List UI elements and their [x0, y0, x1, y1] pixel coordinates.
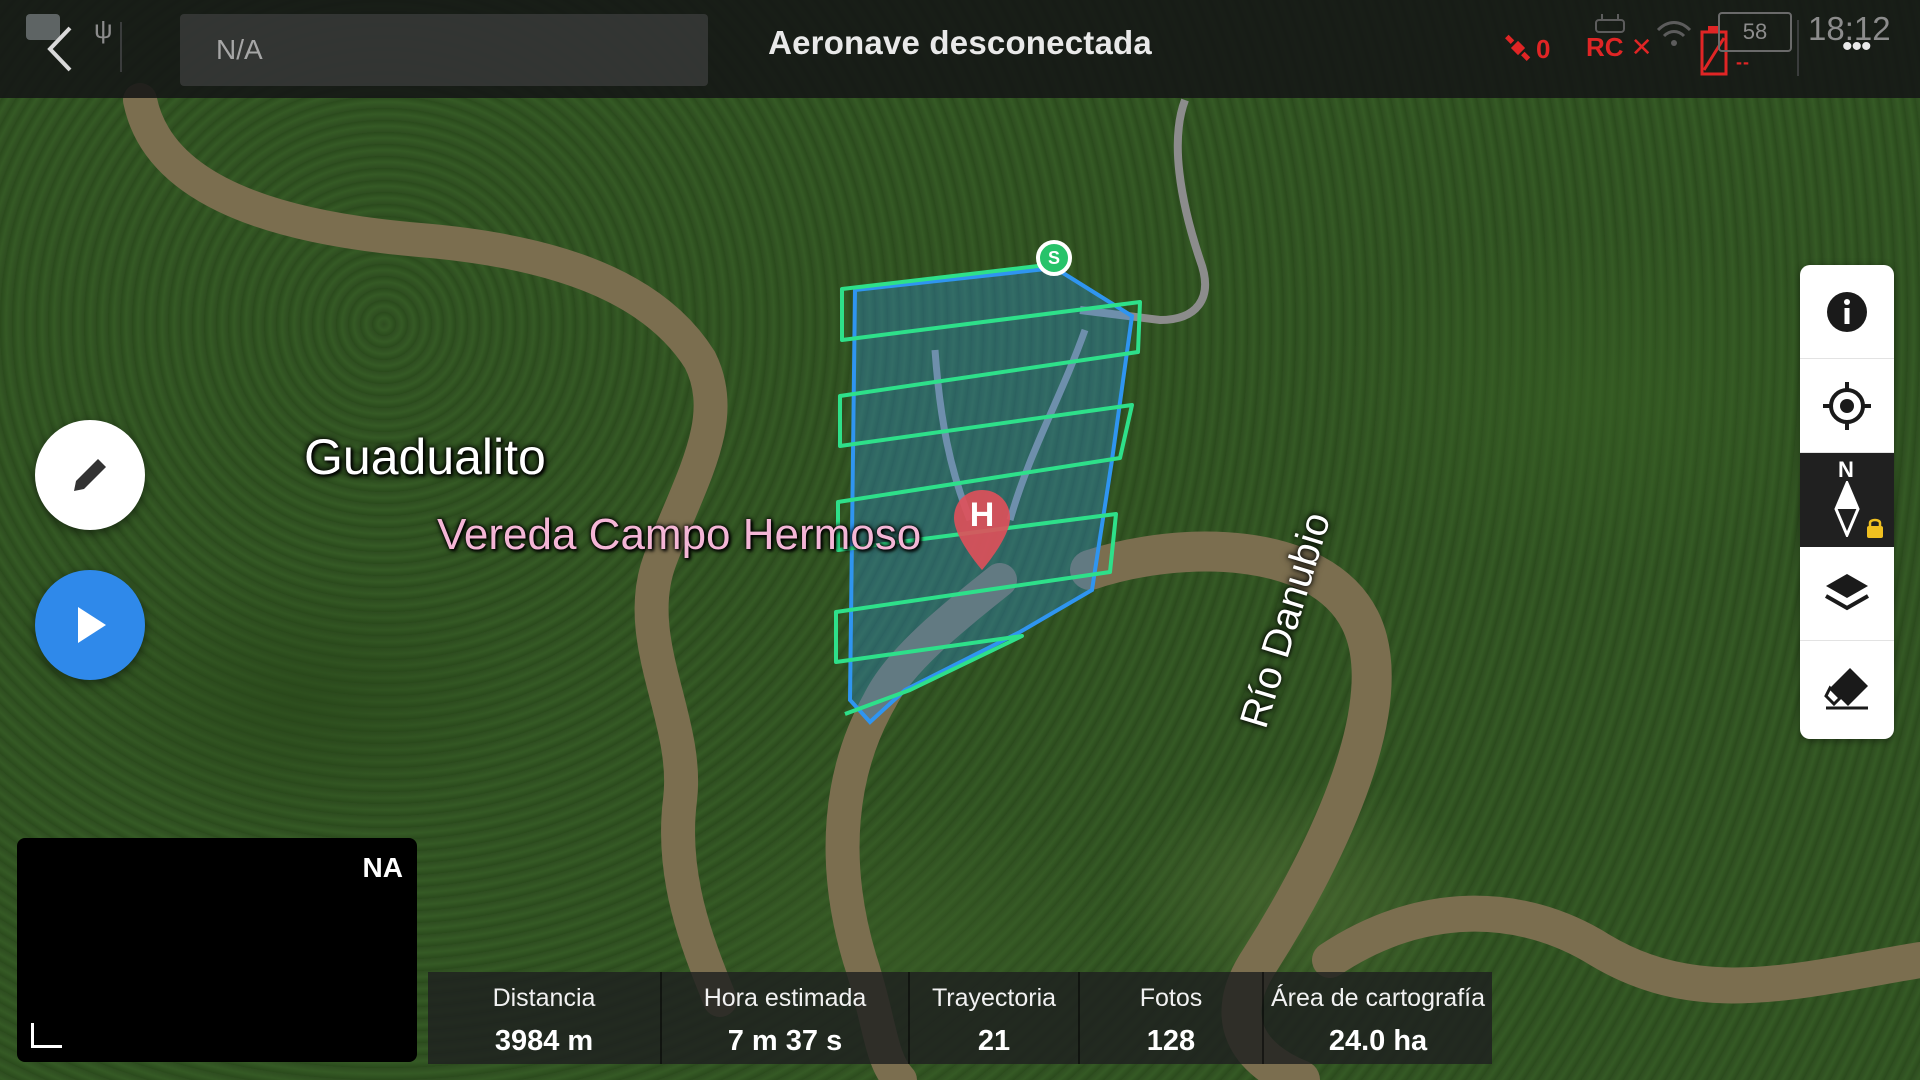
play-icon: [78, 607, 106, 643]
usb-icon: ψ: [94, 14, 113, 44]
back-arrow-icon[interactable]: [40, 22, 80, 76]
stat-value: 21: [977, 1025, 1011, 1057]
stat-label: Distancia: [492, 984, 596, 1012]
compass-lock-button[interactable]: N: [1800, 453, 1894, 547]
lock-icon: [1867, 518, 1883, 538]
camera-preview[interactable]: NA: [17, 838, 417, 1062]
town-label: Guadualito: [304, 429, 546, 485]
stat-value: 3984 m: [494, 1025, 594, 1057]
info-icon: [1827, 291, 1867, 332]
rc-status: RC ✕: [1586, 32, 1653, 62]
map-toolbar: N: [1800, 265, 1894, 739]
stat-mapping-area: Área de cartografía 24.0 ha: [1264, 972, 1492, 1064]
edit-button[interactable]: [35, 420, 145, 530]
info-button[interactable]: [1800, 265, 1894, 359]
satellite-count: 0: [1536, 34, 1551, 64]
compass-needle-icon: [1834, 481, 1860, 537]
divider-2: [1797, 20, 1799, 76]
stat-label: Área de cartografía: [1270, 984, 1485, 1012]
stat-label: Fotos: [1139, 984, 1203, 1012]
controller-battery-level: 58: [1718, 12, 1792, 52]
stat-label: Trayectoria: [931, 984, 1057, 1012]
mission-stats-bar: Distancia 3984 m Hora estimada 7 m 37 s …: [428, 972, 1492, 1064]
remote-controller-icon: [1595, 14, 1625, 33]
top-status-bar: ψ N/A Aeronave desconectada 0 RC ✕ 58 --…: [0, 0, 1920, 98]
compass-north-label: N: [1838, 457, 1854, 482]
stat-trajectory: Trayectoria 21: [910, 972, 1080, 1064]
aircraft-status: Aeronave desconectada: [768, 24, 1152, 61]
stat-label: Hora estimada: [703, 984, 867, 1012]
layers-icon: [1825, 573, 1869, 610]
stat-value: 7 m 37 s: [727, 1025, 843, 1057]
stat-value: 24.0 ha: [1328, 1025, 1428, 1057]
stat-value: 128: [1146, 1025, 1196, 1057]
home-point-pin[interactable]: H: [952, 488, 1012, 572]
stat-distance: Distancia 3984 m: [428, 972, 662, 1064]
satellite-icon: [1505, 34, 1531, 61]
locate-icon: [1823, 381, 1871, 430]
place-label: Vereda Campo Hermoso: [437, 510, 922, 559]
more-options-icon[interactable]: •••: [1842, 30, 1871, 64]
stat-photos: Fotos 128: [1080, 972, 1264, 1064]
battery-value: --: [1736, 52, 1750, 72]
divider: [120, 22, 122, 72]
pencil-icon: [74, 459, 106, 491]
signal-icon: [1656, 21, 1692, 46]
expand-corner-icon[interactable]: [31, 1023, 62, 1048]
map-layers-button[interactable]: [1800, 547, 1894, 641]
road: [1079, 98, 1209, 325]
clear-button[interactable]: [1800, 641, 1894, 735]
start-point-marker[interactable]: S: [1036, 240, 1072, 276]
eraser-icon: [1824, 668, 1868, 710]
home-marker-label: H: [969, 496, 995, 534]
start-mission-button[interactable]: [35, 570, 145, 680]
start-marker-label: S: [1047, 248, 1060, 268]
stat-estimated-time: Hora estimada 7 m 37 s: [662, 972, 910, 1064]
camera-status: NA: [362, 852, 403, 883]
locate-button[interactable]: [1800, 359, 1894, 453]
flight-name-field[interactable]: N/A: [180, 14, 708, 86]
